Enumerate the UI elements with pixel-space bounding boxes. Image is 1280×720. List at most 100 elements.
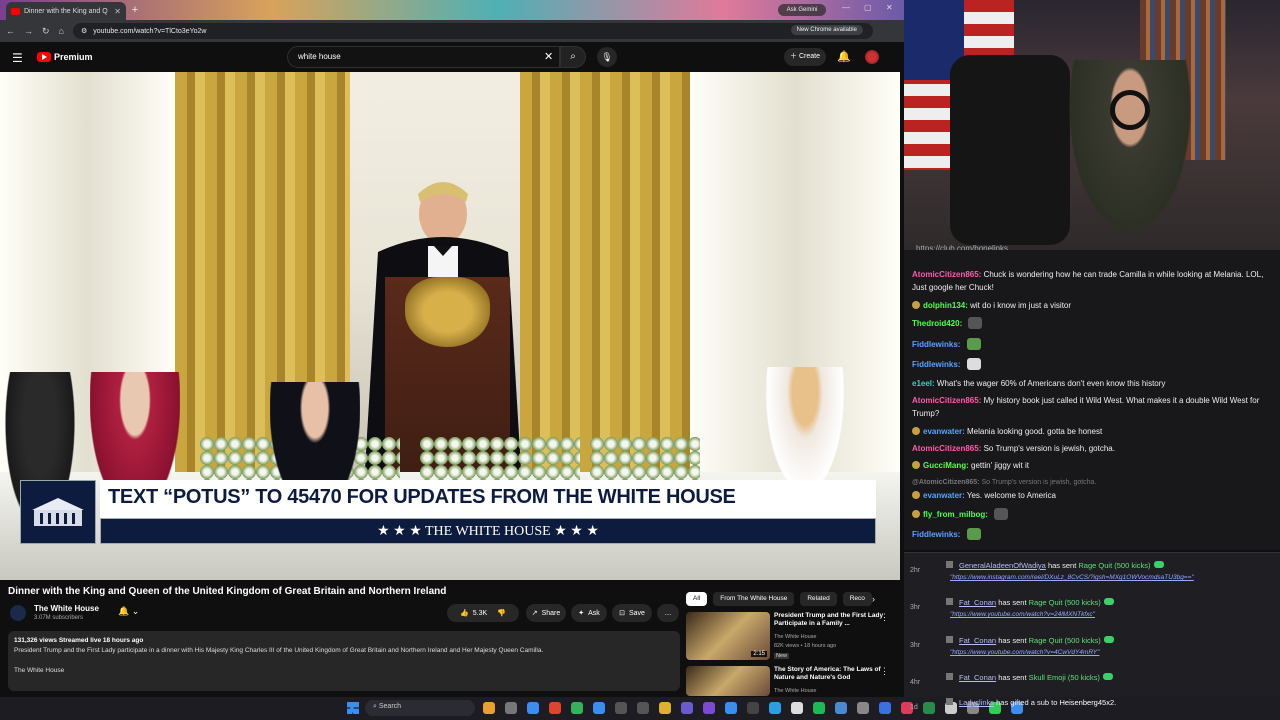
taskbar-app-icon[interactable] — [857, 702, 869, 714]
thumbs-down-icon[interactable]: 👎 — [497, 609, 506, 617]
tab-close-icon[interactable]: ✕ — [114, 7, 121, 16]
close-window-icon[interactable]: ✕ — [886, 3, 893, 12]
chat-username[interactable]: AtomicCitizen865: — [912, 396, 981, 405]
home-icon[interactable]: ⌂ — [59, 26, 64, 36]
taskbar-app-icon[interactable] — [769, 702, 781, 714]
event-username[interactable]: GeneralAladeenOfWadiya — [959, 561, 1046, 570]
taskbar-app-icon[interactable] — [593, 702, 605, 714]
taskbar-app-icon[interactable] — [549, 702, 561, 714]
taskbar-app-icon[interactable] — [659, 702, 671, 714]
more-vert-icon[interactable]: ⋮ — [880, 666, 889, 677]
omnibox[interactable]: ⚙ youtube.com/watch?v=TlCto3eYo2w New Ch… — [72, 23, 873, 39]
share-button[interactable]: ↗ Share — [526, 604, 566, 622]
chat-username[interactable]: @AtomicCitizen865: — [912, 479, 980, 486]
event-link[interactable]: "https://www.instagram.com/reel/DXuLz_8C… — [950, 574, 1194, 581]
event-link[interactable]: "https://www.youtube.com/watch?v=24lMXNT… — [950, 611, 1095, 618]
more-vert-icon[interactable]: ⋮ — [880, 612, 889, 623]
forward-icon[interactable]: → — [24, 26, 33, 36]
ask-button[interactable]: ✦ Ask — [571, 604, 607, 622]
new-tab-icon[interactable]: + — [128, 3, 142, 17]
taskbar-app-icon[interactable] — [813, 702, 825, 714]
site-info-icon[interactable]: ⚙ — [81, 27, 87, 35]
views-line: 131,326 views Streamed live 18 hours ago — [14, 637, 144, 644]
taskbar-app-icon[interactable] — [681, 702, 693, 714]
taskbar-app-icon[interactable] — [791, 702, 803, 714]
browser-tab-strip: Dinner with the King and Q ✕ + Ask Gemin… — [0, 0, 904, 20]
chat-username[interactable]: e1eel: — [912, 379, 935, 388]
channel-avatar[interactable] — [10, 605, 26, 621]
chat-username[interactable]: Fiddlewinks: — [912, 530, 960, 539]
taskbar-search[interactable]: ⌕ Search — [365, 700, 475, 716]
chip-related[interactable]: Related — [800, 592, 837, 606]
save-button[interactable]: ⊡ Save — [612, 604, 652, 622]
clear-search-icon[interactable]: ✕ — [544, 50, 553, 63]
back-icon[interactable]: ← — [6, 26, 15, 36]
recommendation-title[interactable]: President Trump and the First Lady Parti… — [774, 612, 884, 628]
browser-tab[interactable]: Dinner with the King and Q ✕ — [6, 2, 126, 20]
new-chrome-available-button[interactable]: New Chrome available — [790, 25, 863, 35]
recommendation-item[interactable]: 2:15 President Trump and the First Lady … — [686, 612, 896, 664]
taskbar-app-icon[interactable] — [571, 702, 583, 714]
chat-username[interactable]: AtomicCitizen865: — [912, 444, 981, 453]
kick-gem-icon — [1103, 636, 1114, 643]
search-button[interactable]: ⌕ — [560, 46, 586, 68]
address-bar-row: ← → ↻ ⌂ ⚙ youtube.com/watch?v=TlCto3eYo2… — [0, 20, 904, 42]
reload-icon[interactable]: ↻ — [42, 26, 50, 37]
chip-all[interactable]: All — [686, 592, 708, 606]
chat-username[interactable]: dolphin134: — [923, 301, 968, 310]
menu-icon[interactable]: ☰ — [12, 51, 23, 65]
ask-gemini-button[interactable]: Ask Gemini — [778, 4, 826, 16]
event-line: Fat_Conan has sent Rage Quit (500 kicks) — [946, 636, 1114, 645]
chat-message: Fiddlewinks: — [912, 338, 1278, 351]
event-username[interactable]: Ladyclinks — [959, 698, 994, 707]
taskbar-app-icon[interactable] — [527, 702, 539, 714]
event-username[interactable]: Fat_Conan — [959, 636, 996, 645]
chat-username[interactable]: evanwater: — [923, 427, 965, 436]
description-box[interactable]: 131,326 views Streamed live 18 hours ago… — [8, 631, 680, 691]
more-actions-button[interactable]: … — [657, 604, 679, 622]
event-link[interactable]: "https://www.youtube.com/watch?v=4CwVdY4… — [950, 649, 1099, 656]
subscribe-bell-icon[interactable]: 🔔 ⌄ — [118, 606, 139, 617]
event-username[interactable]: Fat_Conan — [959, 598, 996, 607]
chevron-right-icon[interactable]: › — [872, 594, 875, 604]
thumbs-up-icon[interactable]: 👍 — [460, 609, 469, 617]
taskbar-app-icon[interactable] — [483, 702, 495, 714]
youtube-favicon-icon — [11, 7, 20, 15]
chat-username[interactable]: Fiddlewinks: — [912, 360, 960, 369]
taskbar-app-icon[interactable] — [879, 702, 891, 714]
taskbar-app-icon[interactable] — [703, 702, 715, 714]
microphone-icon[interactable]: 🎙 — [597, 47, 617, 67]
search-input[interactable]: white house — [287, 46, 560, 68]
like-dislike-button[interactable]: 👍 5.3K 👎 — [447, 604, 519, 622]
taskbar-app-icon[interactable] — [747, 702, 759, 714]
chip-recommended[interactable]: Reco — [842, 592, 872, 606]
recommendation-item[interactable]: The Story of America: The Laws of Nature… — [686, 666, 896, 696]
event-action: has sent — [1045, 561, 1079, 570]
chat-username[interactable]: AtomicCitizen865: — [912, 270, 981, 279]
chat-text — [960, 340, 962, 349]
channel-name[interactable]: The White House — [34, 604, 99, 613]
youtube-logo[interactable]: Premium — [37, 52, 93, 62]
create-button[interactable]: ＋ Create — [784, 48, 826, 66]
chip-from-white-house[interactable]: From The White House — [713, 592, 795, 606]
minimize-icon[interactable]: — — [842, 3, 850, 12]
chat-username[interactable]: Thedroid420: — [912, 319, 962, 328]
taskbar-app-icon[interactable] — [835, 702, 847, 714]
recommendation-title[interactable]: The Story of America: The Laws of Nature… — [774, 666, 884, 682]
taskbar-app-icon[interactable] — [505, 702, 517, 714]
taskbar-app-icon[interactable] — [725, 702, 737, 714]
recommendation-thumbnail[interactable]: 2:15 — [686, 612, 770, 660]
recommendation-thumbnail[interactable] — [686, 666, 770, 696]
chat-username[interactable]: Fiddlewinks: — [912, 340, 960, 349]
chat-username[interactable]: evanwater: — [923, 491, 965, 500]
notifications-bell-icon[interactable]: 🔔 — [837, 50, 851, 63]
event-username[interactable]: Fat_Conan — [959, 673, 996, 682]
create-label: Create — [798, 53, 820, 60]
maximize-icon[interactable]: ▢ — [864, 3, 872, 12]
account-avatar[interactable] — [865, 50, 879, 64]
taskbar-app-icon[interactable] — [637, 702, 649, 714]
chat-username[interactable]: GucciMang: — [923, 461, 969, 470]
video-player[interactable]: TEXT “POTUS” TO 45470 FOR UPDATES FROM T… — [0, 72, 900, 580]
chat-username[interactable]: fly_from_milbog: — [923, 510, 988, 519]
taskbar-app-icon[interactable] — [615, 702, 627, 714]
